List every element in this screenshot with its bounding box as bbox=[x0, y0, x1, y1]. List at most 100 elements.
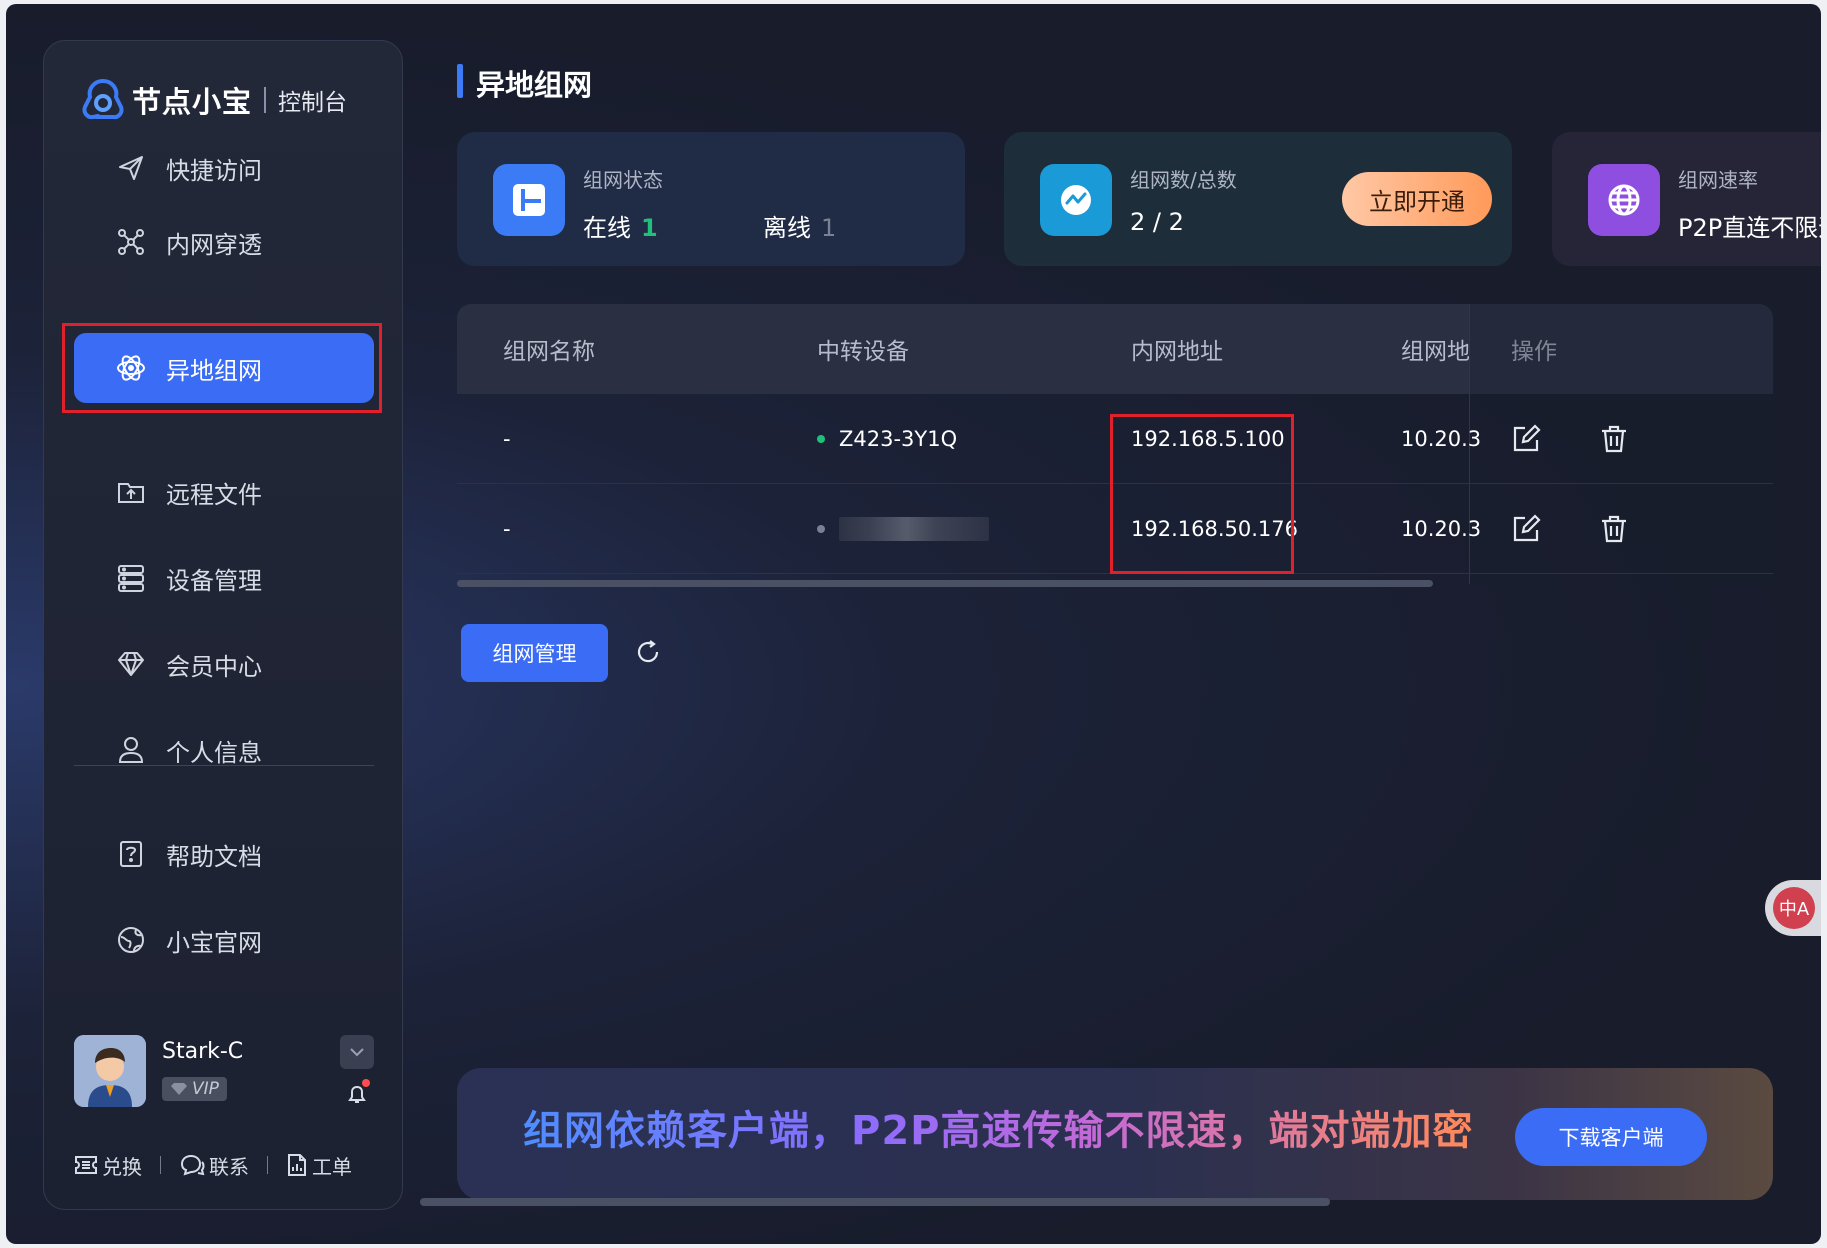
redeem-link[interactable]: 兑换 bbox=[74, 1151, 142, 1180]
sidebar-item-label: 个人信息 bbox=[166, 738, 262, 767]
sidebar-item-quick-access[interactable]: 快捷访问 bbox=[74, 133, 374, 203]
delete-button[interactable] bbox=[1599, 484, 1629, 574]
globe-icon bbox=[114, 923, 148, 957]
trash-icon bbox=[1602, 425, 1626, 453]
sidebar-item-member-center[interactable]: 会员中心 bbox=[74, 629, 374, 699]
server-icon bbox=[114, 561, 148, 595]
vip-badge-label: VIP bbox=[192, 1079, 219, 1099]
translate-icon: 中A bbox=[1773, 887, 1815, 929]
trend-icon bbox=[1040, 164, 1112, 236]
delete-button[interactable] bbox=[1599, 394, 1629, 484]
network-manage-button[interactable]: 组网管理 bbox=[461, 624, 608, 682]
notification-button[interactable] bbox=[340, 1077, 374, 1111]
sidebar-item-official-site[interactable]: 小宝官网 bbox=[74, 905, 374, 975]
online-stat: 在线 1 bbox=[583, 208, 658, 243]
offline-label: 离线 bbox=[763, 214, 811, 242]
cell-network-address: 10.20.3 bbox=[1401, 427, 1482, 451]
brand-name: 节点小宝 bbox=[132, 85, 253, 119]
column-header-relay-device: 中转设备 bbox=[817, 339, 909, 365]
network-speed-label: 组网速率 bbox=[1678, 168, 1758, 192]
nav-divider bbox=[74, 765, 374, 766]
footer-separator bbox=[267, 1156, 268, 1174]
cell-relay-device bbox=[817, 484, 989, 574]
column-header-network-address: 组网地 bbox=[1401, 339, 1470, 365]
edit-button[interactable] bbox=[1511, 484, 1541, 574]
globe-grid-icon bbox=[1588, 164, 1660, 236]
relay-device-name: Z423-3Y1Q bbox=[839, 427, 958, 451]
ticket-link[interactable]: 工单 bbox=[286, 1151, 352, 1180]
folder-upload-icon bbox=[114, 475, 148, 509]
cell-lan-address: 192.168.50.176 bbox=[1131, 517, 1298, 541]
refresh-icon bbox=[637, 640, 659, 663]
app-window: 节点小宝 控制台 快捷访问 内网穿透 异地组网 远程文件 设备管理 会员中心 个… bbox=[6, 4, 1821, 1244]
sidebar-item-label: 快捷访问 bbox=[166, 156, 262, 185]
vip-badge: VIP bbox=[162, 1077, 227, 1101]
brand[interactable]: 节点小宝 控制台 bbox=[78, 75, 347, 125]
online-label: 在线 bbox=[583, 214, 631, 242]
refresh-button[interactable] bbox=[630, 634, 666, 670]
cell-network-address: 10.20.3 bbox=[1401, 517, 1482, 541]
sidebar-item-label: 异地组网 bbox=[166, 356, 262, 385]
sidebar-item-intranet-penetration[interactable]: 内网穿透 bbox=[74, 207, 374, 277]
network-speed-card: 组网速率 P2P直连不限速 bbox=[1552, 132, 1821, 266]
cell-lan-address: 192.168.5.100 bbox=[1131, 427, 1285, 451]
sidebar-footer-links: 兑换 联系 工单 bbox=[74, 1147, 374, 1183]
brand-logo-icon bbox=[82, 79, 124, 120]
sidebar-item-help-docs[interactable]: 帮助文档 bbox=[74, 819, 374, 889]
contact-link[interactable]: 联系 bbox=[179, 1151, 249, 1180]
cell-network-name: - bbox=[503, 517, 511, 541]
user-icon bbox=[114, 733, 148, 767]
offline-stat: 离线 1 bbox=[763, 208, 836, 243]
sidebar-item-label: 小宝官网 bbox=[166, 928, 262, 957]
page-horizontal-scrollbar[interactable] bbox=[420, 1198, 1330, 1206]
table-horizontal-scrollbar[interactable] bbox=[457, 580, 1433, 587]
footer-separator bbox=[160, 1156, 161, 1174]
table-row: - 192.168.50.176 10.20.3 bbox=[457, 484, 1773, 574]
send-icon bbox=[114, 151, 148, 185]
brand-separator bbox=[264, 87, 267, 113]
sidebar-item-personal-info[interactable]: 个人信息 bbox=[74, 715, 374, 785]
download-client-button[interactable]: 下载客户端 bbox=[1515, 1108, 1707, 1166]
online-status-dot bbox=[817, 435, 825, 443]
network-status-card: 组网状态 在线 1 离线 1 bbox=[457, 132, 965, 266]
avatar[interactable] bbox=[74, 1035, 146, 1107]
sidebar-item-label: 会员中心 bbox=[166, 652, 262, 681]
column-header-lan-address: 内网地址 bbox=[1131, 339, 1223, 365]
help-doc-icon bbox=[114, 837, 148, 871]
contact-label: 联系 bbox=[209, 1154, 249, 1179]
edit-icon bbox=[1513, 514, 1541, 542]
network-count-label: 组网数/总数 bbox=[1130, 168, 1237, 192]
translate-button[interactable]: 中A bbox=[1765, 880, 1821, 936]
atom-icon bbox=[114, 351, 148, 385]
column-header-name: 组网名称 bbox=[503, 339, 595, 365]
sidebar-item-remote-networking[interactable]: 异地组网 bbox=[74, 333, 374, 403]
cell-relay-device: Z423-3Y1Q bbox=[817, 394, 957, 484]
sidebar-item-label: 远程文件 bbox=[166, 480, 262, 509]
edit-button[interactable] bbox=[1511, 394, 1541, 484]
sidebar-item-device-management[interactable]: 设备管理 bbox=[74, 543, 374, 613]
notification-dot bbox=[362, 1079, 370, 1087]
activate-now-button[interactable]: 立即开通 bbox=[1342, 172, 1492, 226]
user-panel: Stark-C VIP bbox=[74, 1035, 374, 1115]
sidebar-item-label: 内网穿透 bbox=[166, 230, 262, 259]
edit-icon bbox=[1513, 424, 1541, 452]
report-icon bbox=[288, 1154, 306, 1176]
chat-icon bbox=[180, 1154, 205, 1176]
network-speed-value: P2P直连不限速 bbox=[1678, 214, 1821, 242]
sidebar-item-remote-files[interactable]: 远程文件 bbox=[74, 457, 374, 527]
ticket-label: 工单 bbox=[312, 1154, 352, 1179]
offline-status-dot bbox=[817, 525, 825, 533]
page-title-accent bbox=[457, 64, 463, 98]
layout-icon bbox=[493, 164, 565, 236]
redeem-label: 兑换 bbox=[102, 1154, 142, 1179]
trash-icon bbox=[1602, 515, 1626, 543]
promo-banner-text: 组网依赖客户端，P2P高速传输不限速，端对端加密 bbox=[523, 1098, 1473, 1156]
network-count-value: 2 / 2 bbox=[1130, 208, 1184, 236]
offline-count: 1 bbox=[821, 214, 837, 242]
ticket-icon bbox=[75, 1156, 97, 1174]
relay-device-name-redacted bbox=[839, 517, 989, 541]
online-count: 1 bbox=[641, 214, 658, 242]
chevron-down-icon bbox=[350, 1048, 364, 1057]
sidebar-item-label: 帮助文档 bbox=[166, 842, 262, 871]
user-menu-toggle[interactable] bbox=[340, 1035, 374, 1069]
